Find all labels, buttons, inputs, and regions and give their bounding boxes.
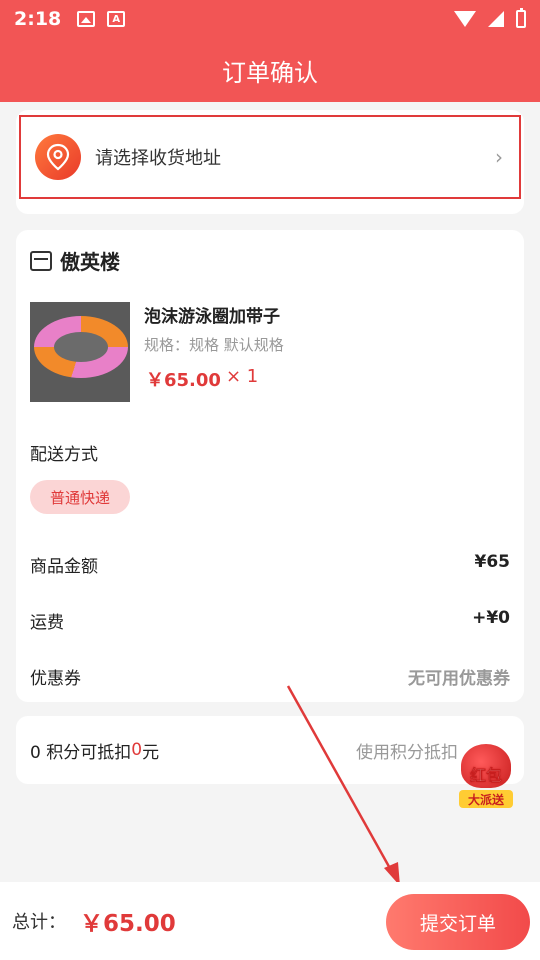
- points-amount: 0: [131, 740, 143, 760]
- red-packet-subtitle: 大派送: [459, 790, 513, 808]
- delivery-option-chip[interactable]: 普通快递: [30, 480, 131, 514]
- order-card: 傲英楼 泡沫游泳圈加带子 规格：规格 默认规格 ￥65.00 × 1 配送方式 …: [16, 230, 524, 702]
- select-address-button[interactable]: 请选择收货地址 ›: [19, 115, 521, 199]
- red-packet-badge[interactable]: 红包 大派送: [455, 738, 517, 812]
- product-quantity: × 1: [226, 366, 259, 387]
- summary-label: 商品金额: [30, 557, 98, 577]
- store-icon: [30, 250, 52, 271]
- summary-label: 运费: [30, 613, 64, 633]
- status-time: 2:18: [14, 8, 62, 30]
- summary-value: ¥65: [474, 552, 511, 572]
- points-card: 0 积分可抵扣 0 元 使用积分抵扣: [16, 716, 524, 784]
- checkout-bar: 总计： ￥65.00 提交订单: [0, 882, 540, 960]
- address-placeholder: 请选择收货地址: [95, 148, 221, 169]
- summary-label: 优惠券: [30, 669, 81, 689]
- chevron-right-icon: ›: [495, 145, 503, 169]
- gallery-notification-icon: [77, 11, 96, 27]
- total-label: 总计：: [12, 912, 66, 933]
- page-header: 订单确认: [0, 38, 540, 102]
- shop-header: 傲英楼: [30, 246, 120, 275]
- product-image[interactable]: [30, 302, 130, 402]
- status-bar: 2:18 A: [0, 0, 540, 38]
- address-card: 请选择收货地址 ›: [16, 110, 524, 214]
- battery-icon: [516, 8, 526, 28]
- use-points-toggle[interactable]: 使用积分抵扣: [356, 738, 458, 763]
- wifi-icon: [454, 11, 476, 27]
- location-pin-icon: [35, 134, 81, 180]
- summary-row-goods: 商品金额 ¥65: [30, 552, 510, 577]
- summary-row-shipping: 运费 +¥0: [30, 608, 510, 633]
- shop-name: 傲英楼: [60, 250, 120, 274]
- signal-icon: [488, 11, 504, 27]
- summary-row-coupon[interactable]: 优惠券 无可用优惠券: [30, 664, 510, 689]
- summary-value: +¥0: [472, 608, 510, 628]
- total-amount: ￥65.00: [80, 911, 176, 937]
- submit-order-button[interactable]: 提交订单: [386, 894, 530, 950]
- delivery-method-label: 配送方式: [30, 445, 98, 465]
- page-title: 订单确认: [222, 58, 318, 87]
- product-price: ￥65.00: [146, 370, 221, 391]
- text-notification-icon: A: [107, 11, 126, 27]
- points-suffix: 元: [142, 742, 160, 763]
- points-prefix: 0 积分可抵扣: [30, 742, 132, 763]
- product-spec: 规格：规格 默认规格: [144, 336, 284, 354]
- red-packet-title: 红包: [469, 766, 503, 786]
- summary-value: 无可用优惠券: [408, 669, 510, 689]
- product-title[interactable]: 泡沫游泳圈加带子: [144, 302, 280, 327]
